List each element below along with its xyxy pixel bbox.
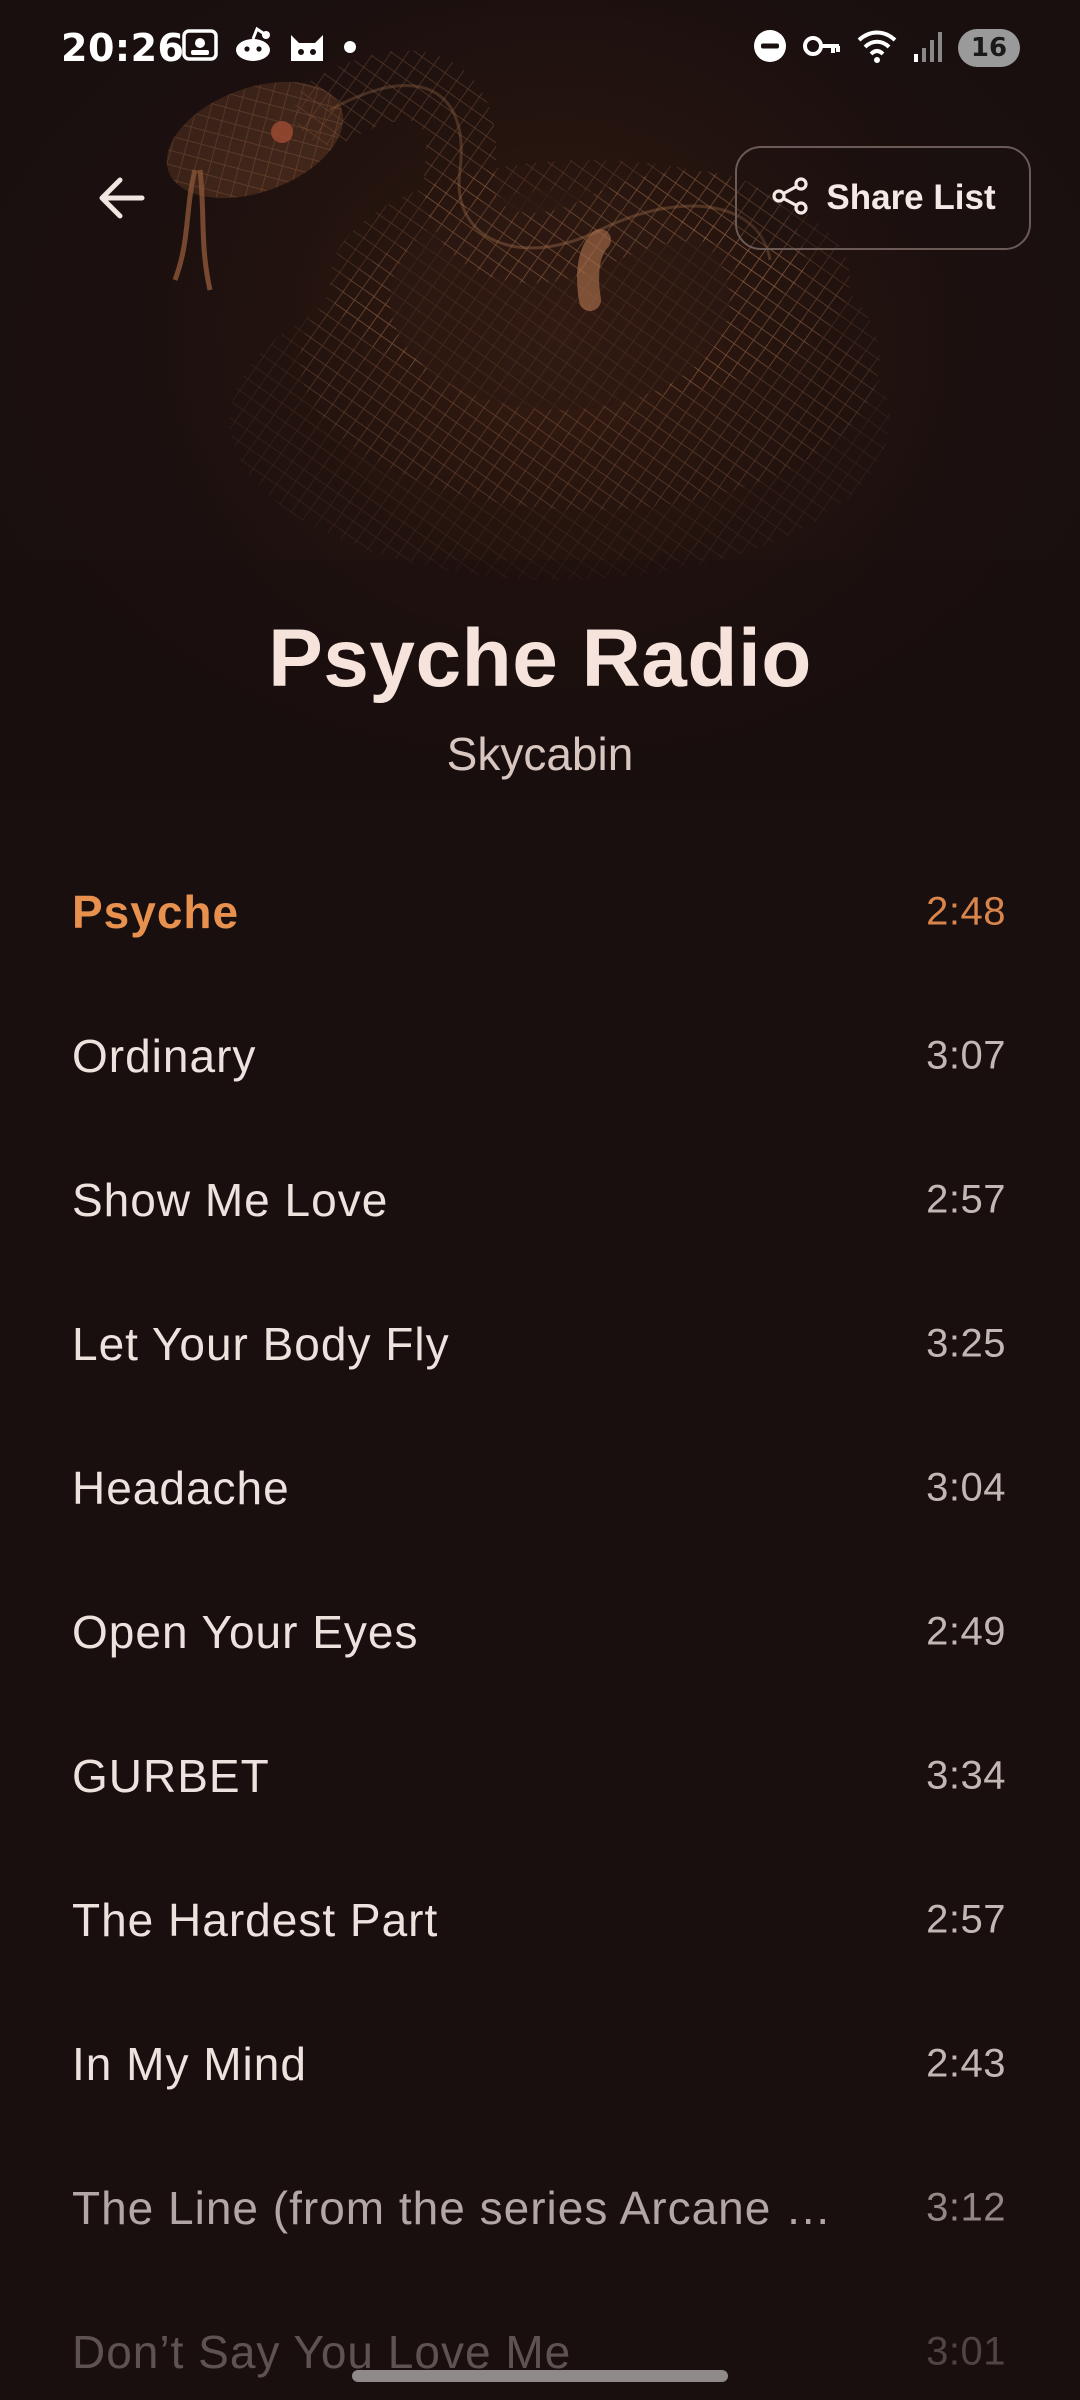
track-row[interactable]: Show Me Love 2:57 [0,1128,1080,1272]
track-duration: 3:25 [926,1321,1006,1366]
track-duration: 2:49 [926,1609,1006,1654]
track-row[interactable]: Don’t Say You Love Me 3:01 [0,2280,1080,2400]
battery-indicator: 16 [958,29,1020,67]
track-duration: 3:01 [926,2329,1006,2374]
track-title: Psyche [72,886,240,938]
track-title: Ordinary [72,1030,257,1082]
track-row[interactable]: The Hardest Part 2:57 [0,1848,1080,1992]
signal-icon [912,28,944,69]
track-row[interactable]: Let Your Body Fly 3:25 [0,1272,1080,1416]
reddit-icon [232,25,274,70]
track-row[interactable]: In My Mind 2:43 [0,1992,1080,2136]
track-title: Headache [72,1462,290,1514]
track-duration: 2:48 [926,889,1006,934]
track-row[interactable]: Ordinary 3:07 [0,984,1080,1128]
track-row[interactable]: Headache 3:04 [0,1416,1080,1560]
share-icon [770,176,810,221]
track-title: In My Mind [72,2038,307,2090]
track-title: GURBET [72,1750,270,1802]
notification-dot-icon [340,25,360,70]
track-duration: 2:57 [926,1897,1006,1942]
track-row[interactable]: GURBET 3:34 [0,1704,1080,1848]
do-not-disturb-icon [752,28,788,69]
track-title: The Line (from the series Arcane … [72,2182,833,2234]
track-row[interactable]: Open Your Eyes 2:49 [0,1560,1080,1704]
vpn-key-icon [802,28,842,69]
share-list-label: Share List [826,178,996,217]
share-list-button[interactable]: Share List [735,146,1031,250]
album-screen: 20:26 16 Share List Psyche Radio Skycabi… [0,0,1080,2400]
track-title: Open Your Eyes [72,1606,419,1658]
track-duration: 3:34 [926,1753,1006,1798]
album-title: Psyche Radio [268,613,812,704]
track-title: Let Your Body Fly [72,1318,450,1370]
track-duration: 3:07 [926,1033,1006,1078]
track-row[interactable]: Psyche 2:48 [0,840,1080,984]
wifi-icon [856,28,898,69]
track-duration: 3:04 [926,1465,1006,1510]
screenshot-icon [180,25,220,70]
track-title: The Hardest Part [72,1894,439,1946]
status-bar: 20:26 16 [0,0,1080,100]
album-artist[interactable]: Skycabin [0,727,1080,781]
arrow-left-icon [94,170,150,231]
track-row[interactable]: The Line (from the series Arcane … 3:12 [0,2136,1080,2280]
cat-app-icon [286,25,328,70]
status-notification-icons [180,26,360,68]
track-duration: 2:57 [926,1177,1006,1222]
track-duration: 3:12 [926,2185,1006,2230]
track-list: Psyche 2:48 Ordinary 3:07 Show Me Love 2… [0,840,1080,2400]
back-button[interactable] [72,150,172,250]
status-time: 20:26 [61,26,185,70]
track-title: Show Me Love [72,1174,389,1226]
status-system-icons: 16 [752,26,1020,70]
home-indicator[interactable] [352,2370,728,2382]
track-duration: 2:43 [926,2041,1006,2086]
